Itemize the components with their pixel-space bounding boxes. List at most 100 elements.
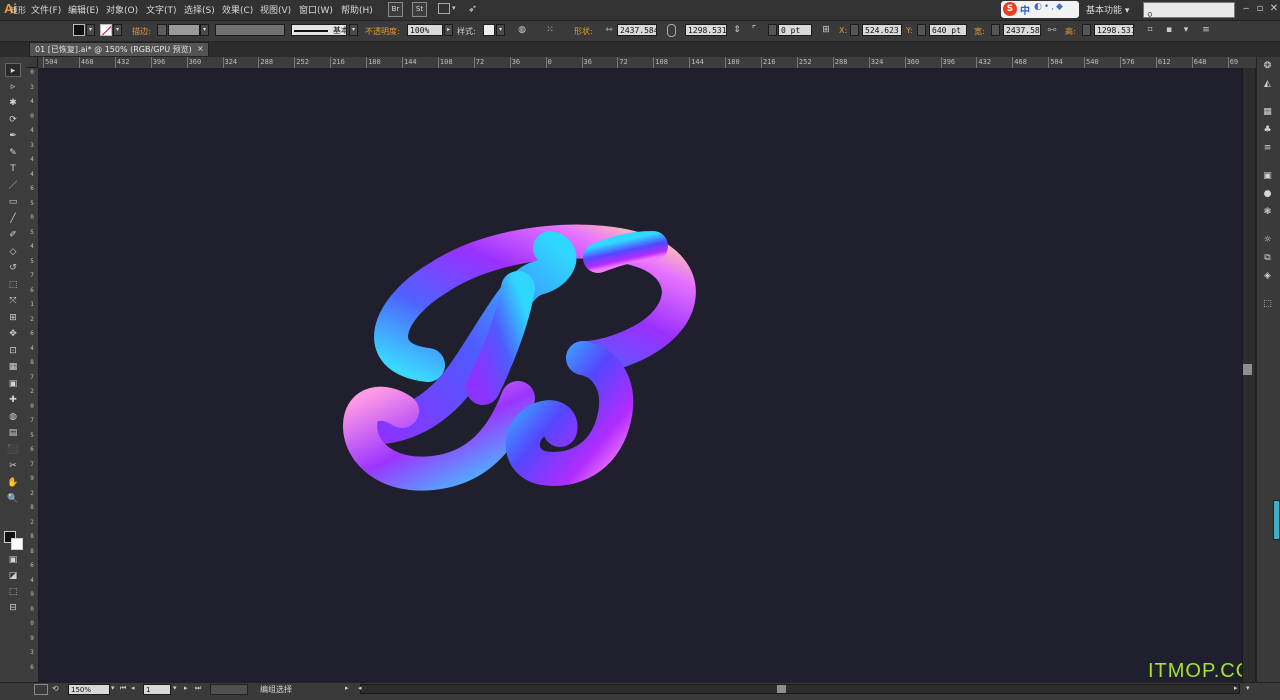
last-artboard-icon[interactable]: ⏭ xyxy=(195,684,201,693)
artboard-dropdown-icon[interactable]: ▾ xyxy=(173,684,177,692)
isolate-dropdown-icon[interactable]: ▾ xyxy=(1180,25,1192,36)
search-input[interactable]: ⚲ xyxy=(1143,2,1235,20)
tool-20-icon[interactable]: ✚ xyxy=(5,393,21,407)
menu-help[interactable]: 帮助(H) xyxy=(341,3,373,16)
restore-button[interactable]: ▫ xyxy=(1253,3,1267,15)
stock-button[interactable]: St xyxy=(412,2,427,17)
style-swatch[interactable] xyxy=(483,24,495,36)
opacity-field[interactable]: 100% xyxy=(407,24,443,36)
recolor-icon[interactable]: ◍ xyxy=(516,25,528,36)
ruler-origin[interactable] xyxy=(27,57,38,68)
panel-4-icon[interactable]: ≡ xyxy=(1260,142,1275,155)
horizontal-scroll-thumb[interactable] xyxy=(777,685,786,693)
close-tab-icon[interactable]: × xyxy=(197,44,204,53)
panel-3-icon[interactable]: ♣ xyxy=(1260,124,1275,137)
panel-2-icon[interactable]: ▦ xyxy=(1260,106,1275,119)
tool-12-icon[interactable]: ↺ xyxy=(5,261,21,275)
tool-21-icon[interactable]: ◍ xyxy=(5,410,21,424)
tool-9-icon[interactable]: ╱ xyxy=(5,212,21,226)
zoom-dropdown-icon[interactable]: ▾ xyxy=(111,684,115,692)
gpu-rocket-icon[interactable]: ➶ xyxy=(468,2,477,15)
fill-swatch[interactable] xyxy=(73,24,85,36)
tool-17-icon[interactable]: ⊡ xyxy=(5,344,21,358)
menu-effect[interactable]: 效果(C) xyxy=(222,3,253,16)
artboard-number-field[interactable]: 1 xyxy=(143,684,171,695)
tool-18-icon[interactable]: ▦ xyxy=(5,360,21,374)
stroke-style-field[interactable]: 基本 xyxy=(291,24,347,36)
side-handle[interactable] xyxy=(1273,500,1280,540)
x-field[interactable]: 524.623 xyxy=(862,24,902,36)
tool-16-icon[interactable]: ✥ xyxy=(5,327,21,341)
width-label[interactable]: 宽: xyxy=(974,26,985,37)
panel-8-icon[interactable]: ☼ xyxy=(1260,234,1275,247)
close-button[interactable]: ✕ xyxy=(1267,3,1280,15)
menu-view[interactable]: 视图(V) xyxy=(260,3,291,16)
menu-select[interactable]: 选择(S) xyxy=(184,3,215,16)
zoom-field[interactable]: 150% xyxy=(68,684,110,695)
isolate-icon[interactable]: ▪ xyxy=(1163,25,1175,36)
scroll-right-icon[interactable]: ▸ xyxy=(1234,684,1238,692)
minimize-button[interactable]: ‒ xyxy=(1239,3,1253,15)
stroke-label[interactable]: 描边: xyxy=(132,26,151,37)
panel-9-icon[interactable]: ⧉ xyxy=(1260,252,1275,265)
tool-7-icon[interactable]: ／ xyxy=(5,179,21,193)
tool-8-icon[interactable]: ▭ xyxy=(5,195,21,209)
fill-dropdown[interactable]: ▾ xyxy=(86,24,95,36)
next-artboard-icon[interactable]: ▸ xyxy=(184,684,188,692)
tool-10-icon[interactable]: ✐ xyxy=(5,228,21,242)
tool-26-icon[interactable]: 🔍 xyxy=(5,492,21,506)
tool-22-icon[interactable]: ▤ xyxy=(5,426,21,440)
stroke-style-dropdown[interactable]: ▾ xyxy=(349,24,358,36)
tool-0-icon[interactable]: ▸ xyxy=(5,63,21,77)
stroke-stepper[interactable] xyxy=(157,24,167,36)
corner-radius-field[interactable]: 0 pt xyxy=(778,24,812,36)
shape-height-field[interactable]: 1298.531 xyxy=(685,24,727,36)
mode-3-icon[interactable]: ⊟ xyxy=(5,601,21,615)
workspace-switcher[interactable]: 基本功能 ▾ xyxy=(1086,3,1129,16)
tool-11-icon[interactable]: ◇ xyxy=(5,245,21,259)
tool-5-icon[interactable]: ✎ xyxy=(5,146,21,160)
arrange-dropdown-icon[interactable]: ▾ xyxy=(452,4,456,12)
width-field[interactable]: 2437.584 xyxy=(1003,24,1041,36)
transform-panel-icon[interactable]: ⌗ xyxy=(1144,25,1156,36)
variable-width-field[interactable] xyxy=(215,24,285,36)
tool-1-icon[interactable]: ▹ xyxy=(5,80,21,94)
opacity-dropdown[interactable]: ▸ xyxy=(444,24,453,36)
artboard-nav-icon[interactable] xyxy=(34,684,48,695)
shape-label[interactable]: 形状: xyxy=(574,26,593,37)
stroke-color-swatch[interactable] xyxy=(11,538,23,550)
tool-19-icon[interactable]: ▣ xyxy=(5,377,21,391)
transform-icon[interactable]: ⊞ xyxy=(820,25,832,36)
height-stepper[interactable] xyxy=(1082,24,1091,36)
y-field[interactable]: 640 pt xyxy=(929,24,967,36)
prev-artboard-icon[interactable]: ◂ xyxy=(131,684,135,692)
y-label[interactable]: Y: xyxy=(906,26,913,35)
first-artboard-icon[interactable]: ⏮ xyxy=(120,684,126,693)
stroke-weight-dropdown[interactable]: ▾ xyxy=(200,24,209,36)
scroll-left-icon[interactable]: ◂ xyxy=(358,684,362,692)
tool-2-icon[interactable]: ✱ xyxy=(5,96,21,110)
tool-25-icon[interactable]: ✋ xyxy=(5,476,21,490)
corner-stepper[interactable] xyxy=(768,24,777,36)
ime-bar[interactable]: S 中 ◐•,◆ xyxy=(1001,1,1079,18)
tool-24-icon[interactable]: ✂ xyxy=(5,459,21,473)
tool-6-icon[interactable]: T xyxy=(5,162,21,176)
y-stepper[interactable] xyxy=(917,24,926,36)
document-tab[interactable]: 01 [已恢复].ai* @ 150% (RGB/GPU 预览) xyxy=(29,42,209,57)
menu-object[interactable]: 对象(O) xyxy=(106,3,138,16)
panel-7-icon[interactable]: ❃ xyxy=(1260,206,1275,219)
constrain-proportions-icon[interactable]: ⧟ xyxy=(1046,25,1058,36)
mode-1-icon[interactable]: ◪ xyxy=(5,569,21,583)
status-text[interactable]: 编组选择 xyxy=(260,684,292,695)
x-stepper[interactable] xyxy=(850,24,859,36)
panel-menu-icon[interactable]: ≡ xyxy=(1200,25,1212,36)
panel-11-icon[interactable]: ⬚ xyxy=(1260,298,1275,311)
height-label[interactable]: 高: xyxy=(1065,26,1076,37)
tool-14-icon[interactable]: ⤧ xyxy=(5,294,21,308)
scroll-corner-icon[interactable]: ▾ xyxy=(1246,684,1250,692)
opacity-label[interactable]: 不透明度: xyxy=(365,26,400,37)
panel-0-icon[interactable]: ❂ xyxy=(1260,60,1275,73)
tool-4-icon[interactable]: ✒ xyxy=(5,129,21,143)
status-menu-icon[interactable]: ▸ xyxy=(345,684,349,692)
vertical-scroll-thumb[interactable] xyxy=(1243,364,1252,375)
